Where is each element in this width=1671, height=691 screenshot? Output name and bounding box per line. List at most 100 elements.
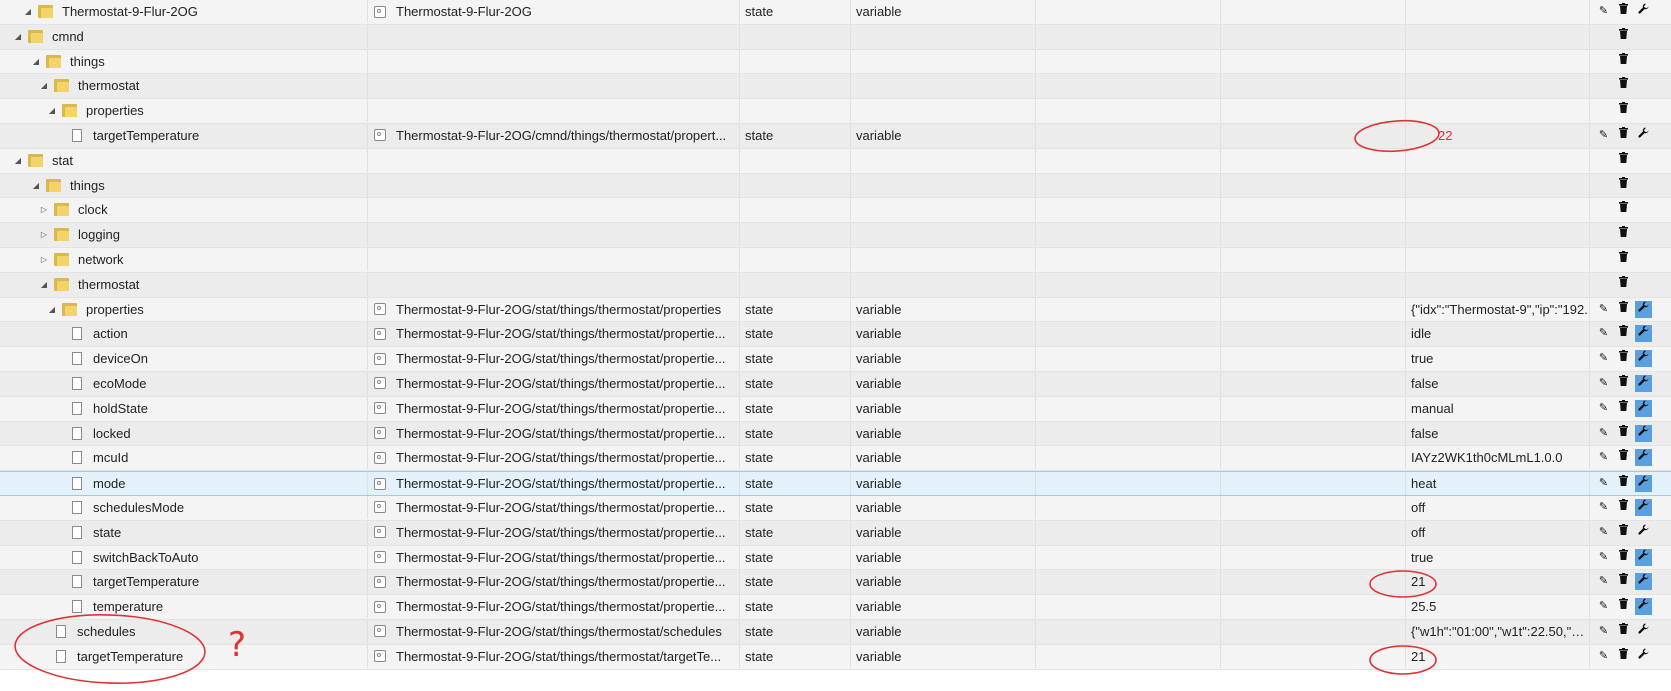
node-name[interactable]: network — [78, 248, 124, 271]
tree-row[interactable]: ◢ things — [0, 173, 1671, 199]
collapse-toggle-icon[interactable]: ◢ — [38, 273, 50, 296]
trash-icon[interactable] — [1615, 250, 1632, 268]
pencil-icon[interactable]: ✎ — [1595, 598, 1612, 615]
value-cell[interactable] — [1406, 24, 1590, 48]
trash-icon[interactable] — [1615, 573, 1632, 590]
value-cell[interactable] — [1406, 0, 1590, 23]
collapse-toggle-icon[interactable]: ◢ — [46, 99, 58, 122]
tree-row[interactable]: holdState Thermostat-9-Flur-2OG/stat/thin… — [0, 396, 1671, 422]
wrench-icon[interactable] — [1635, 623, 1652, 640]
value-cell[interactable]: false — [1406, 421, 1590, 445]
node-name[interactable]: cmnd — [52, 25, 84, 48]
collapse-toggle-icon[interactable]: ◢ — [38, 74, 50, 97]
tree-row[interactable]: mode Thermostat-9-Flur-2OG/stat/things/th… — [0, 471, 1671, 496]
wrench-icon[interactable] — [1635, 374, 1652, 392]
value-cell[interactable]: 21 — [1406, 570, 1590, 594]
tree-row[interactable]: ▷ clock — [0, 198, 1671, 224]
value-cell[interactable]: off — [1406, 520, 1590, 544]
trash-icon[interactable] — [1615, 498, 1632, 516]
value-cell[interactable]: true — [1406, 347, 1590, 371]
pencil-icon[interactable]: ✎ — [1595, 325, 1612, 342]
wrench-icon[interactable] — [1635, 648, 1652, 665]
collapse-toggle-icon[interactable]: ◢ — [22, 0, 34, 23]
trash-icon[interactable] — [1615, 176, 1632, 194]
collapse-toggle-icon[interactable]: ◢ — [46, 298, 58, 321]
trash-icon[interactable] — [1615, 52, 1632, 70]
wrench-icon[interactable] — [1635, 498, 1652, 516]
trash-icon[interactable] — [1615, 598, 1632, 615]
tree-row[interactable]: ◢ things — [0, 49, 1671, 75]
pencil-icon[interactable]: ✎ — [1595, 425, 1612, 442]
trash-icon[interactable] — [1615, 350, 1632, 367]
trash-icon[interactable] — [1615, 622, 1632, 640]
value-cell[interactable]: {"w1h":"01:00","w1t":22.50,"w2h — [1406, 619, 1590, 643]
tree-row[interactable]: action Thermostat-9-Flur-2OG/stat/things/… — [0, 322, 1671, 348]
node-name[interactable]: state — [93, 521, 121, 544]
value-cell[interactable]: true — [1406, 545, 1590, 569]
value-cell[interactable]: 22 — [1406, 123, 1590, 147]
value-cell[interactable]: 21 — [1406, 644, 1590, 668]
pencil-icon[interactable]: ✎ — [1595, 648, 1612, 665]
node-name[interactable]: properties — [86, 99, 144, 122]
trash-icon[interactable] — [1615, 399, 1632, 417]
trash-icon[interactable] — [1615, 548, 1632, 566]
wrench-icon[interactable] — [1635, 3, 1652, 20]
wrench-icon[interactable] — [1635, 300, 1652, 318]
tree-row[interactable]: deviceOn Thermostat-9-Flur-2OG/stat/thing… — [0, 347, 1671, 372]
trash-icon[interactable] — [1615, 151, 1632, 169]
value-cell[interactable] — [1406, 223, 1590, 247]
wrench-icon[interactable] — [1635, 475, 1652, 493]
trash-icon[interactable] — [1615, 27, 1632, 45]
node-name[interactable]: targetTemperature — [93, 570, 199, 593]
pencil-icon[interactable]: ✎ — [1595, 449, 1612, 466]
value-cell[interactable]: false — [1406, 371, 1590, 395]
node-name[interactable]: holdState — [93, 397, 148, 420]
wrench-icon[interactable] — [1635, 350, 1652, 368]
trash-icon[interactable] — [1615, 475, 1632, 492]
wrench-icon[interactable] — [1635, 127, 1652, 144]
trash-icon[interactable] — [1615, 126, 1632, 144]
trash-icon[interactable] — [1615, 424, 1632, 442]
trash-icon[interactable] — [1615, 300, 1632, 318]
tree-row[interactable]: targetTemperature Thermostat-9-Flur-2OG/c… — [0, 123, 1671, 149]
pencil-icon[interactable]: ✎ — [1595, 301, 1612, 318]
tree-row[interactable]: state Thermostat-9-Flur-2OG/stat/things/t… — [0, 520, 1671, 546]
node-name[interactable]: mode — [93, 472, 126, 495]
collapse-toggle-icon[interactable]: ◢ — [30, 174, 42, 197]
wrench-icon[interactable] — [1635, 424, 1652, 442]
node-name[interactable]: thermostat — [78, 273, 139, 296]
collapse-toggle-icon[interactable]: ◢ — [30, 50, 42, 73]
trash-icon[interactable] — [1615, 449, 1632, 466]
pencil-icon[interactable]: ✎ — [1595, 375, 1612, 392]
value-cell[interactable]: off — [1406, 495, 1590, 519]
tree-row[interactable]: schedules Thermostat-9-Flur-2OG/stat/thin… — [0, 619, 1671, 645]
wrench-icon[interactable] — [1635, 449, 1652, 467]
value-cell[interactable] — [1406, 198, 1590, 222]
trash-icon[interactable] — [1615, 226, 1632, 243]
value-cell[interactable]: 25.5 — [1406, 595, 1590, 619]
pencil-icon[interactable]: ✎ — [1595, 573, 1612, 590]
value-cell[interactable] — [1406, 148, 1590, 172]
trash-icon[interactable] — [1615, 201, 1632, 218]
value-cell[interactable]: IAYz2WK1th0cMLmL1.0.0 — [1406, 446, 1590, 470]
node-name[interactable]: ecoMode — [93, 372, 146, 395]
tree-row[interactable]: ◢ thermostat — [0, 74, 1671, 100]
wrench-icon[interactable] — [1635, 573, 1652, 591]
node-name[interactable]: targetTemperature — [77, 645, 183, 668]
tree-row[interactable]: ▷ network — [0, 247, 1671, 273]
node-name[interactable]: properties — [86, 298, 144, 321]
pencil-icon[interactable]: ✎ — [1595, 3, 1612, 20]
pencil-icon[interactable]: ✎ — [1595, 499, 1612, 516]
wrench-icon[interactable] — [1635, 548, 1652, 566]
value-cell[interactable]: heat — [1406, 472, 1590, 496]
value-cell[interactable] — [1406, 173, 1590, 197]
pencil-icon[interactable]: ✎ — [1595, 127, 1612, 144]
node-name[interactable]: schedules — [77, 620, 136, 643]
pencil-icon[interactable]: ✎ — [1595, 524, 1612, 541]
tree-row[interactable]: schedulesMode Thermostat-9-Flur-2OG/stat/… — [0, 495, 1671, 521]
value-cell[interactable] — [1406, 74, 1590, 98]
node-name[interactable]: action — [93, 322, 128, 345]
node-name[interactable]: things — [70, 174, 105, 197]
value-cell[interactable] — [1406, 272, 1590, 296]
expand-toggle-icon[interactable]: ▷ — [38, 248, 50, 271]
